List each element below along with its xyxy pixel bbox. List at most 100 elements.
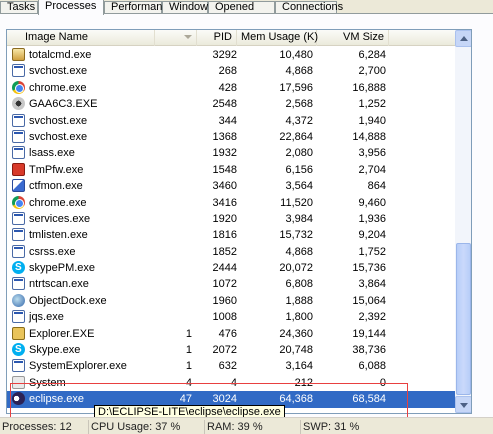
process-list[interactable]: Image Name PID Mem Usage (K) VM Size tot…: [6, 29, 472, 414]
process-vm-size: 6,088: [358, 360, 386, 373]
skype-icon: [12, 261, 25, 275]
process-sort-value: [157, 309, 192, 325]
process-mem-usage: 20,072: [279, 262, 313, 275]
process-sort-value: [157, 80, 192, 96]
process-sort-value: 1: [185, 327, 192, 340]
process-sort-value: [157, 113, 192, 129]
status-cpu: CPU Usage: 37 %: [88, 420, 204, 434]
column-header-pid[interactable]: PID: [197, 30, 237, 46]
process-pid: 1816: [212, 229, 237, 242]
process-row[interactable]: Skype.exe1207220,74838,736: [7, 342, 455, 358]
process-vm-size: 16,888: [352, 81, 386, 94]
process-vm-size: 2,700: [358, 65, 386, 78]
process-row[interactable]: ObjectDock.exe 1960 1,888 15,064: [7, 293, 455, 309]
process-row[interactable]: TmPfw.exe 1548 6,156 2,704: [7, 162, 455, 178]
process-mem-usage: 4,372: [285, 114, 313, 127]
process-mem-usage: 20,748: [279, 344, 313, 357]
process-vm-size: 38,736: [352, 344, 386, 357]
chrome-icon: [12, 195, 25, 209]
processes-panel: Image Name PID Mem Usage (K) VM Size tot…: [0, 14, 493, 434]
chrome-icon: [12, 80, 25, 94]
column-header-vm-size[interactable]: VM Size: [317, 30, 389, 46]
process-row[interactable]: totalcmd.exe 3292 10,480 6,284: [7, 47, 455, 63]
process-pid: 1960: [212, 294, 237, 307]
process-row[interactable]: skypePM.exe244420,07215,736: [7, 260, 455, 276]
application-icon: [12, 129, 25, 143]
process-mem-usage: 3,164: [285, 360, 313, 373]
process-sort-value: [157, 227, 192, 243]
process-vm-size: 1,252: [358, 98, 386, 111]
arrow-down-icon: [460, 403, 468, 408]
process-vm-size: 0: [379, 376, 386, 389]
application-icon: [12, 228, 25, 242]
process-pid: 1852: [212, 245, 237, 258]
process-vm-size: 864: [367, 180, 386, 193]
status-processes: Processes: 12: [2, 421, 72, 433]
process-sort-value: [157, 129, 192, 145]
application-icon: [12, 277, 25, 291]
process-rows: totalcmd.exe 3292 10,480 6,284 svchost.exe 26…: [7, 47, 455, 408]
column-header-filler: [389, 30, 455, 46]
process-sort-value: [157, 145, 192, 161]
process-mem-usage: 15,732: [279, 229, 313, 242]
application-icon: [12, 64, 25, 78]
process-sort-value: 1: [185, 344, 192, 357]
status-swp: SWP: 31 %: [300, 420, 420, 434]
application-icon: [12, 146, 25, 160]
column-header-label: PID: [213, 31, 232, 43]
process-mem-usage: 22,864: [279, 130, 313, 143]
process-row[interactable]: chrome.exe 428 17,596 16,888: [7, 80, 455, 96]
process-mem-usage: 1,888: [285, 294, 313, 307]
process-pid: 2072: [212, 344, 237, 357]
process-sort-value: [157, 63, 192, 79]
process-row[interactable]: chrome.exe 3416 11,520 9,460: [7, 195, 455, 211]
process-pid: 476: [218, 327, 237, 340]
column-header-mem-usage[interactable]: Mem Usage (K): [237, 30, 319, 46]
system-explorer-icon: [12, 359, 25, 373]
tab-processes[interactable]: Processes: [38, 0, 104, 15]
process-row[interactable]: SystemExplorer.exe 1 632 3,164 6,088: [7, 358, 455, 374]
scroll-down-button[interactable]: [455, 396, 471, 413]
process-row[interactable]: ctfmon.exe 3460 3,564 864: [7, 178, 455, 194]
application-icon: [12, 310, 25, 324]
process-row[interactable]: svchost.exe 1368 22,864 14,888: [7, 129, 455, 145]
status-ram: RAM: 39 %: [204, 420, 300, 434]
process-vm-size: 9,460: [358, 196, 386, 209]
process-vm-size: 1,936: [358, 212, 386, 225]
process-row[interactable]: csrss.exe 1852 4,868 1,752: [7, 244, 455, 260]
process-mem-usage: 24,360: [279, 327, 313, 340]
process-row[interactable]: Explorer.EXE 1 476 24,360 19,144: [7, 326, 455, 342]
column-header-sorted[interactable]: [155, 30, 197, 46]
process-vm-size: 2,392: [358, 311, 386, 324]
process-mem-usage: 17,596: [279, 81, 313, 94]
process-mem-usage: 2,080: [285, 147, 313, 160]
process-vm-size: 14,888: [352, 130, 386, 143]
process-row[interactable]: GAA6C3.EXE 2548 2,568 1,252: [7, 96, 455, 112]
process-vm-size: 2,704: [358, 163, 386, 176]
column-header-label: Image Name: [25, 31, 88, 43]
process-vm-size: 15,736: [352, 262, 386, 275]
process-row[interactable]: svchost.exe 268 4,868 2,700: [7, 63, 455, 79]
process-pid: 3460: [212, 180, 237, 193]
process-row[interactable]: tmlisten.exe 1816 15,732 9,204: [7, 227, 455, 243]
column-header-label: Mem Usage (K): [241, 31, 319, 43]
process-row[interactable]: ntrtscan.exe 1072 6,808 3,864: [7, 276, 455, 292]
process-row[interactable]: System 4 4 212 0: [7, 375, 455, 391]
process-pid: 1932: [212, 147, 237, 160]
process-row[interactable]: svchost.exe 344 4,372 1,940: [7, 113, 455, 129]
process-pid: 1072: [212, 278, 237, 291]
column-header-image-name[interactable]: Image Name: [7, 30, 155, 46]
process-mem-usage: 4,868: [285, 245, 313, 258]
process-sort-value: 4: [185, 376, 192, 389]
process-sort-value: [157, 260, 192, 276]
scroll-up-button[interactable]: [455, 30, 471, 47]
process-row[interactable]: lsass.exe 1932 2,080 3,956: [7, 145, 455, 161]
vertical-scrollbar[interactable]: [455, 30, 471, 413]
status-bar: Processes: 12 CPU Usage: 37 % RAM: 39 % …: [0, 417, 493, 434]
process-row[interactable]: jqs.exe 1008 1,800 2,392: [7, 309, 455, 325]
process-pid: 1920: [212, 212, 237, 225]
process-row[interactable]: services.exe 1920 3,984 1,936: [7, 211, 455, 227]
process-pid: 1008: [212, 311, 237, 324]
sort-descending-icon: [184, 35, 192, 39]
scrollbar-thumb[interactable]: [456, 243, 471, 395]
